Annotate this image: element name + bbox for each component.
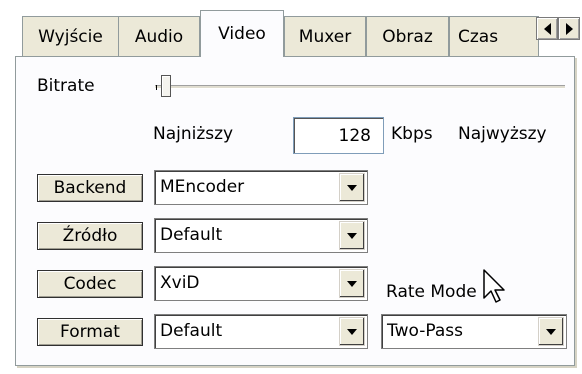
bitrate-max-label: Najwyższy bbox=[458, 124, 547, 144]
tab-muxer[interactable]: Muxer bbox=[284, 16, 366, 56]
codec-button[interactable]: Codec bbox=[37, 270, 143, 298]
backend-select-value: MEncoder bbox=[160, 177, 245, 197]
source-select-value: Default bbox=[160, 225, 223, 245]
tab-czas[interactable]: Czas bbox=[449, 16, 539, 56]
dropdown-button[interactable] bbox=[339, 173, 365, 202]
bitrate-value: 128 bbox=[338, 125, 371, 146]
tab-obraz[interactable]: Obraz bbox=[366, 16, 449, 56]
bitrate-unit-label: Kbps bbox=[391, 124, 433, 144]
dropdown-button[interactable] bbox=[339, 269, 365, 298]
rate-mode-select-value: Two-Pass bbox=[387, 321, 463, 341]
tab-scroll-right-button[interactable] bbox=[558, 17, 580, 40]
tab-label: Muxer bbox=[298, 26, 352, 47]
format-button-label: Format bbox=[60, 322, 120, 342]
bitrate-input[interactable]: 128 bbox=[293, 117, 384, 154]
source-button-label: Źródło bbox=[62, 226, 118, 246]
chevron-down-icon bbox=[347, 232, 357, 239]
mouse-pointer-icon bbox=[483, 269, 505, 303]
chevron-down-icon bbox=[347, 328, 357, 335]
format-select[interactable]: Default bbox=[154, 314, 368, 349]
tab-label: Video bbox=[218, 24, 266, 44]
tab-label: Wyjście bbox=[38, 26, 103, 47]
chevron-down-icon bbox=[347, 184, 357, 191]
chevron-down-icon bbox=[546, 328, 556, 335]
arrow-right-icon bbox=[565, 22, 573, 35]
tab-audio[interactable]: Audio bbox=[118, 16, 200, 56]
tab-wyjscie[interactable]: Wyjście bbox=[22, 16, 119, 56]
bitrate-label: Bitrate bbox=[37, 76, 95, 96]
slider-tick bbox=[156, 85, 157, 90]
format-select-value: Default bbox=[160, 321, 223, 341]
source-button[interactable]: Źródło bbox=[37, 222, 143, 250]
codec-select-value: XviD bbox=[160, 273, 200, 293]
backend-button[interactable]: Backend bbox=[37, 174, 143, 202]
codec-button-label: Codec bbox=[63, 274, 117, 294]
dropdown-button[interactable] bbox=[339, 317, 365, 346]
rate-mode-select[interactable]: Two-Pass bbox=[381, 314, 567, 349]
bitrate-slider-track[interactable] bbox=[155, 85, 565, 89]
tab-label: Audio bbox=[134, 26, 184, 47]
bitrate-slider-thumb[interactable] bbox=[161, 75, 171, 97]
backend-select[interactable]: MEncoder bbox=[154, 170, 368, 205]
backend-button-label: Backend bbox=[53, 178, 127, 198]
dropdown-button[interactable] bbox=[538, 317, 564, 346]
source-select[interactable]: Default bbox=[154, 218, 368, 253]
chevron-down-icon bbox=[347, 280, 357, 287]
tab-label: Obraz bbox=[382, 26, 433, 47]
arrow-left-icon bbox=[543, 22, 551, 35]
bitrate-min-label: Najniższy bbox=[153, 124, 234, 144]
tab-video[interactable]: Video bbox=[200, 10, 284, 57]
format-button[interactable]: Format bbox=[37, 318, 143, 346]
rate-mode-label: Rate Mode bbox=[386, 282, 477, 302]
tab-scroll-left-button[interactable] bbox=[536, 17, 558, 40]
dropdown-button[interactable] bbox=[339, 221, 365, 250]
video-settings-window: Wyjście Audio Video Muxer Obraz Czas Bit… bbox=[0, 0, 582, 374]
codec-select[interactable]: XviD bbox=[154, 266, 368, 301]
tab-label: Czas bbox=[458, 26, 499, 47]
